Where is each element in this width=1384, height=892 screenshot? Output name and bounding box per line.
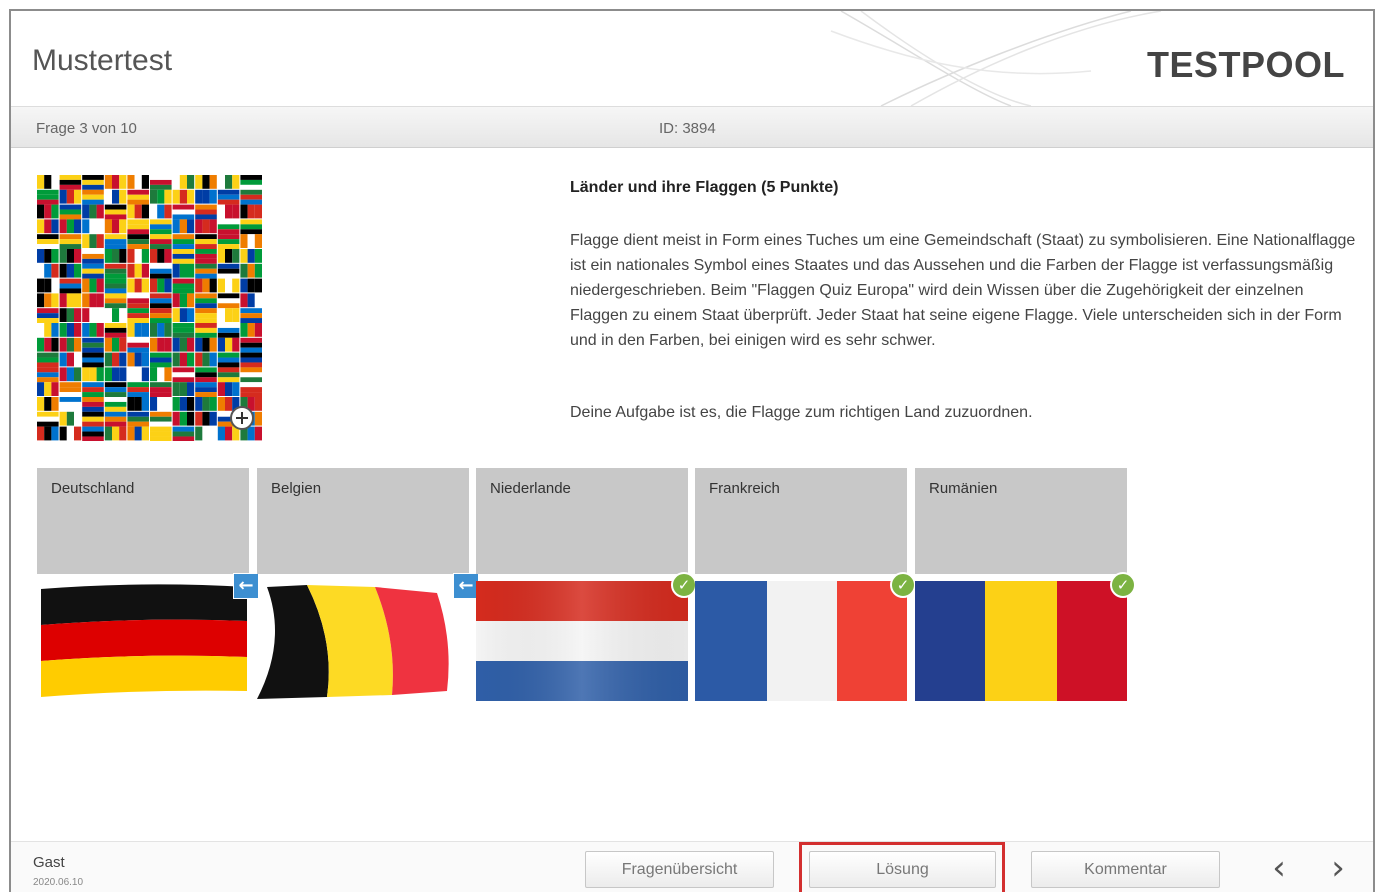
user-date: 2020.06.10 [33, 877, 84, 888]
country-label: Frankreich [709, 480, 780, 497]
question-counter: Frage 3 von 10 [36, 120, 137, 137]
previous-question-icon[interactable]: ‹ [1264, 850, 1294, 888]
match-card-frankreich: Frankreich ✓ [695, 468, 916, 703]
flag-romania[interactable] [915, 581, 1127, 701]
match-card-belgien: Belgien ← [257, 468, 479, 703]
matching-area: Deutschland ← Belgien ← Niederlande ✓ Fr… [37, 468, 1137, 703]
app-title: Mustertest [32, 44, 173, 77]
flag-belgium[interactable] [257, 581, 469, 701]
flag-netherlands[interactable] [476, 581, 688, 701]
country-label: Rumänien [929, 480, 998, 497]
question-info-bar: Frage 3 von 10 ID: 3894 [11, 106, 1373, 148]
drop-zone[interactable]: Niederlande [476, 468, 688, 574]
drop-zone[interactable]: Rumänien [915, 468, 1127, 574]
country-label: Niederlande [490, 480, 571, 497]
match-card-niederlande: Niederlande ✓ [476, 468, 697, 703]
zoom-in-icon[interactable] [230, 406, 254, 430]
match-card-rumaenien: Rumänien ✓ [915, 468, 1136, 703]
question-task: Deine Aufgabe ist es, die Flagge zum ric… [570, 404, 1033, 421]
flag-mosaic-image[interactable] [37, 175, 263, 441]
next-question-icon[interactable]: › [1323, 850, 1353, 888]
correct-check-icon: ✓ [890, 572, 916, 598]
flag-france[interactable] [695, 581, 907, 701]
match-card-deutschland: Deutschland ← [37, 468, 259, 703]
correct-check-icon: ✓ [671, 572, 697, 598]
footer: Gast 2020.06.10 Fragenübersicht Lösung K… [11, 841, 1373, 892]
drop-zone[interactable]: Frankreich [695, 468, 907, 574]
flag-germany[interactable] [37, 581, 249, 701]
brand-logo: TESTPOOL [1146, 44, 1345, 85]
app-window: Mustertest TESTPOOL Frage 3 von 10 ID: 3… [9, 9, 1375, 892]
solution-button[interactable]: Lösung [809, 851, 996, 888]
user-name: Gast [33, 854, 65, 871]
header: Mustertest TESTPOOL [11, 11, 1373, 106]
drop-zone[interactable]: Deutschland [37, 468, 249, 574]
correct-check-icon: ✓ [1110, 572, 1136, 598]
return-arrow-icon[interactable]: ← [233, 573, 259, 599]
question-overview-button[interactable]: Fragenübersicht [585, 851, 774, 888]
drop-zone[interactable]: Belgien [257, 468, 469, 574]
question-description: Flagge dient meist in Form eines Tuches … [570, 232, 1356, 349]
question-title: Länder und ihre Flaggen (5 Punkte) [570, 179, 839, 196]
country-label: Belgien [271, 480, 322, 497]
question-id: ID: 3894 [659, 120, 716, 137]
comment-button[interactable]: Kommentar [1031, 851, 1220, 888]
country-label: Deutschland [51, 480, 135, 497]
